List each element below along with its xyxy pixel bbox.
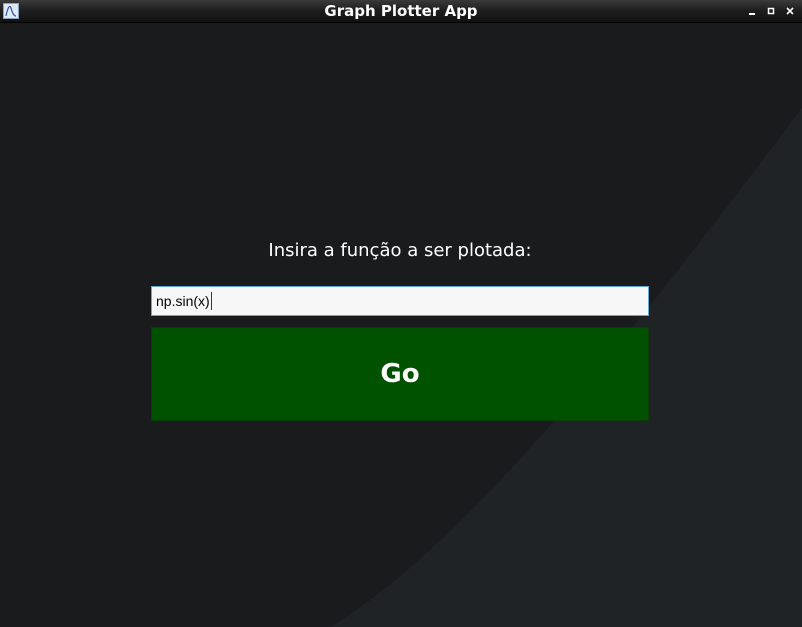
function-input[interactable]: np.sin(x) — [151, 286, 649, 316]
maximize-icon[interactable] — [763, 3, 779, 19]
function-prompt-label: Insira a função a ser plotada: — [268, 240, 532, 261]
minimize-icon[interactable] — [744, 3, 760, 19]
background-decoration — [330, 108, 802, 627]
app-window: Graph Plotter App Insira a função a ser … — [0, 0, 802, 627]
window-title: Graph Plotter App — [324, 2, 478, 20]
close-icon[interactable] — [782, 3, 798, 19]
go-button[interactable]: Go — [151, 327, 649, 421]
text-cursor — [210, 292, 212, 310]
function-input-value: np.sin(x) — [156, 293, 210, 309]
title-bar[interactable]: Graph Plotter App — [0, 0, 802, 23]
